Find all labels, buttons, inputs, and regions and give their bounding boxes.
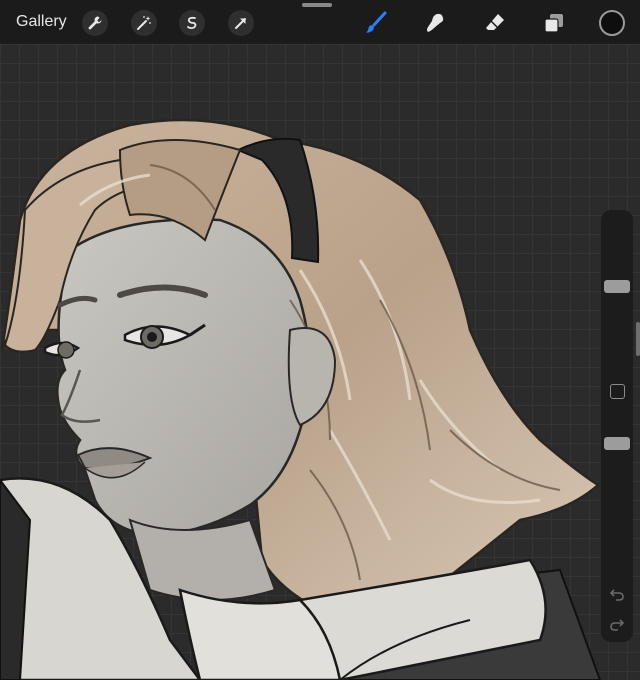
adjustments-button[interactable] — [131, 10, 157, 36]
brush-size-slider[interactable] — [604, 218, 630, 368]
wrench-icon — [88, 16, 102, 30]
top-grabber-handle[interactable] — [302, 3, 332, 7]
smudge-icon — [427, 13, 444, 33]
artwork-illustration — [0, 118, 602, 680]
eraser-tool-button[interactable] — [481, 9, 509, 37]
selection-icon — [187, 16, 197, 30]
undo-button[interactable] — [608, 586, 626, 604]
top-toolbar: Gallery — [0, 0, 640, 44]
redo-button[interactable] — [608, 616, 626, 634]
gallery-button[interactable]: Gallery — [16, 13, 67, 31]
magic-wand-icon — [137, 16, 151, 30]
opacity-thumb[interactable] — [604, 436, 630, 450]
transform-button[interactable] — [228, 10, 254, 36]
selection-button[interactable] — [179, 10, 205, 36]
actions-button[interactable] — [82, 10, 108, 36]
transform-arrow-icon — [235, 18, 246, 29]
undo-icon — [610, 589, 624, 601]
redo-icon — [610, 619, 624, 631]
modify-button[interactable] — [610, 384, 625, 399]
drawing-canvas[interactable] — [0, 44, 640, 680]
layers-icon — [544, 14, 563, 33]
eraser-icon — [486, 14, 504, 30]
brush-size-thumb[interactable] — [604, 279, 630, 293]
brush-icon — [366, 11, 387, 33]
layers-button[interactable] — [540, 9, 568, 37]
smudge-tool-button[interactable] — [421, 9, 449, 37]
sidebar-panel — [601, 210, 633, 642]
sidebar-edge-handle[interactable] — [636, 322, 640, 356]
color-picker-swatch[interactable] — [599, 10, 625, 36]
opacity-slider[interactable] — [604, 416, 630, 566]
brush-tool-button[interactable] — [362, 9, 390, 37]
